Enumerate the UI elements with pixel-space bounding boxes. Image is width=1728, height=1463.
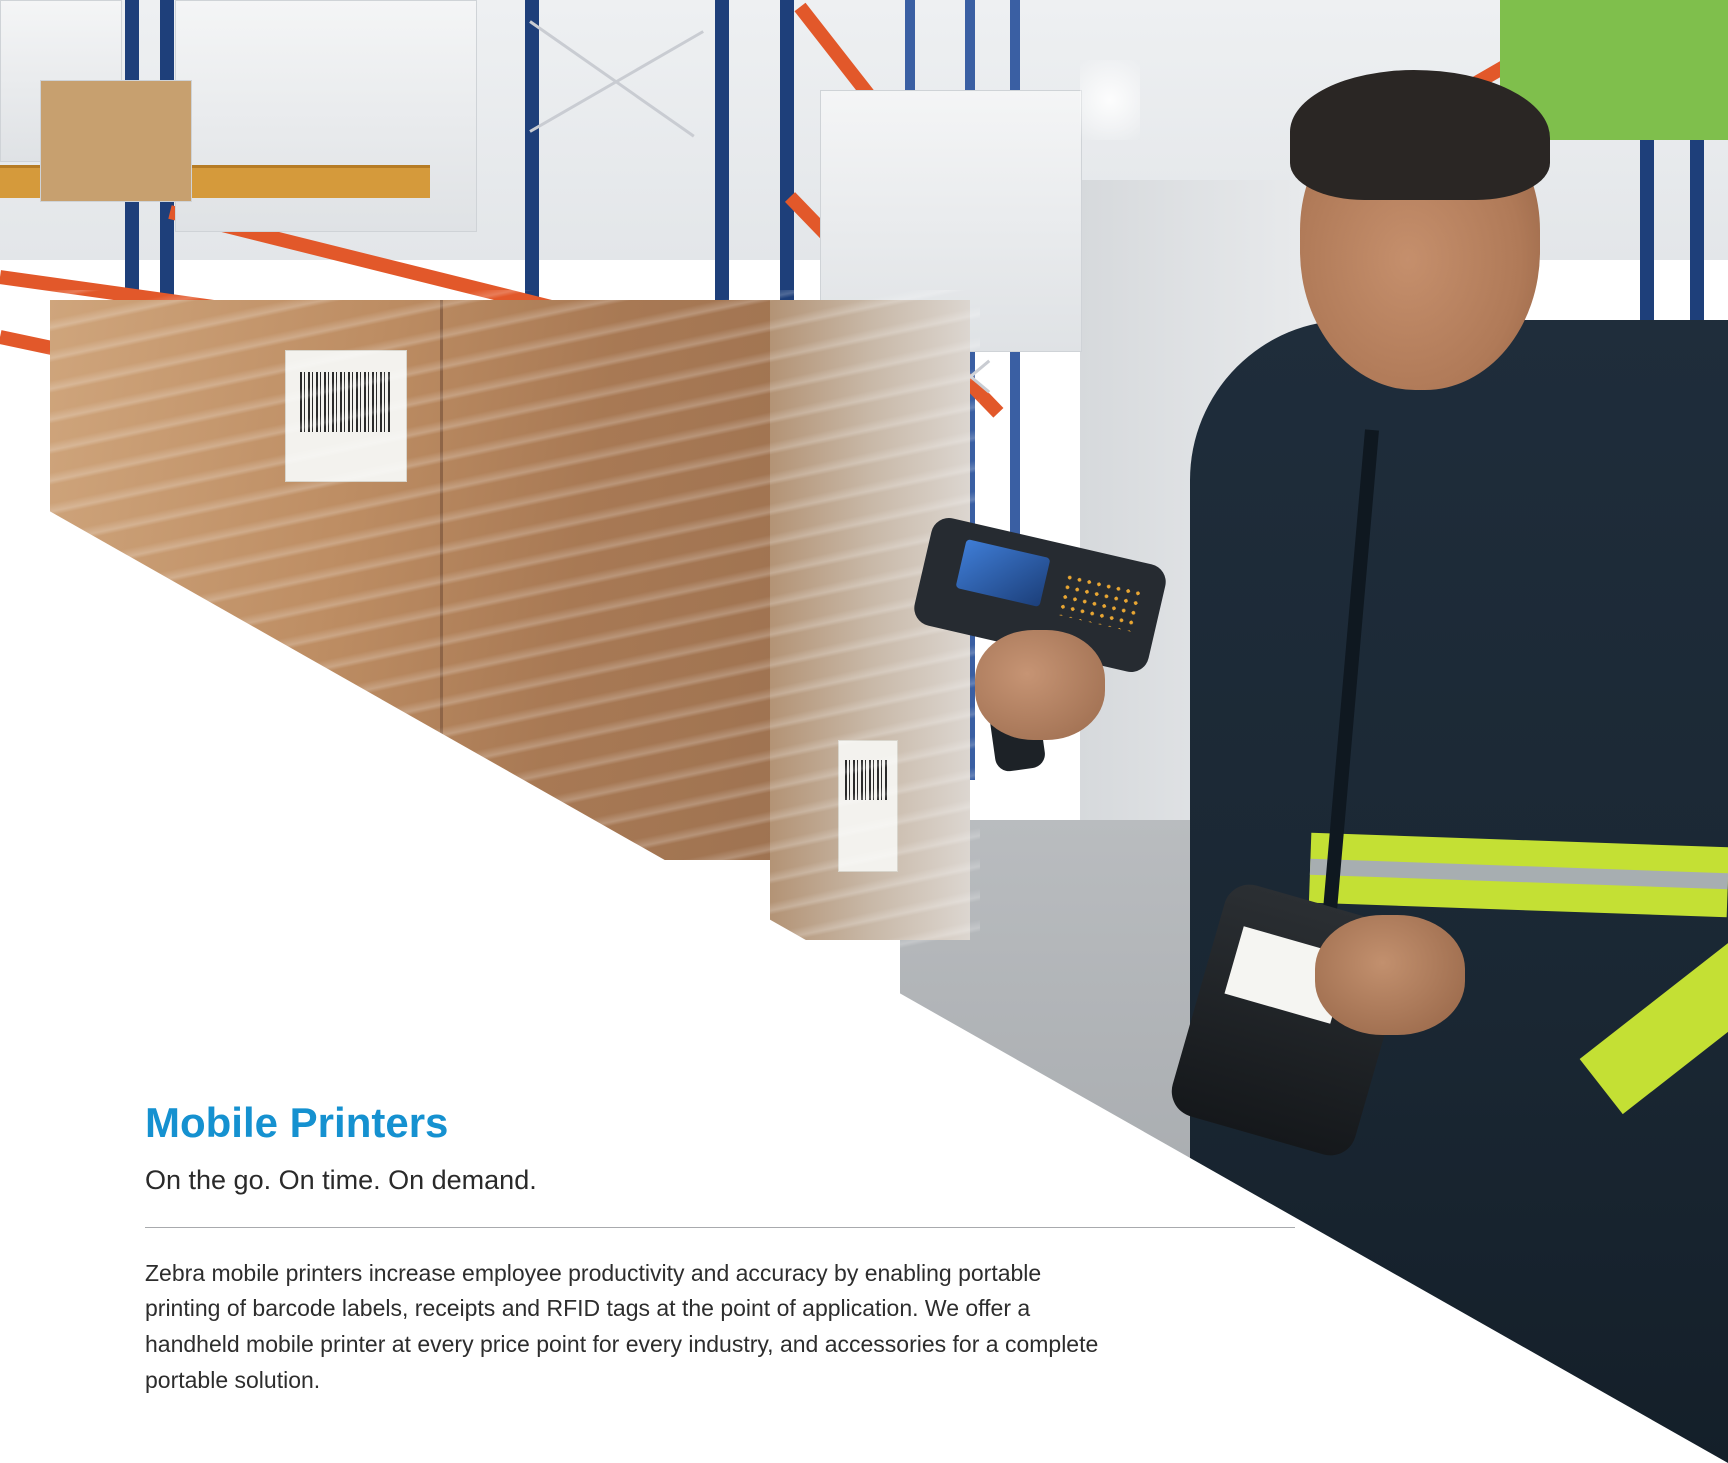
intro-section: Mobile Printers On the go. On time. On d…: [145, 1099, 1295, 1398]
worker-hand: [975, 630, 1105, 740]
worker-hair: [1290, 70, 1550, 200]
section-body: Zebra mobile printers increase employee …: [145, 1259, 1099, 1393]
worker-hand: [1315, 915, 1465, 1035]
section-subtitle: On the go. On time. On demand.: [145, 1165, 537, 1196]
rack-upright: [525, 0, 539, 300]
stretch-wrap: [40, 290, 980, 950]
section-title: Mobile Printers: [145, 1099, 449, 1146]
carton: [40, 80, 192, 202]
brochure-page: Mobile Printers On the go. On time. On d…: [0, 0, 1728, 1463]
ceiling-light: [1080, 60, 1140, 140]
divider: [145, 1226, 1295, 1228]
